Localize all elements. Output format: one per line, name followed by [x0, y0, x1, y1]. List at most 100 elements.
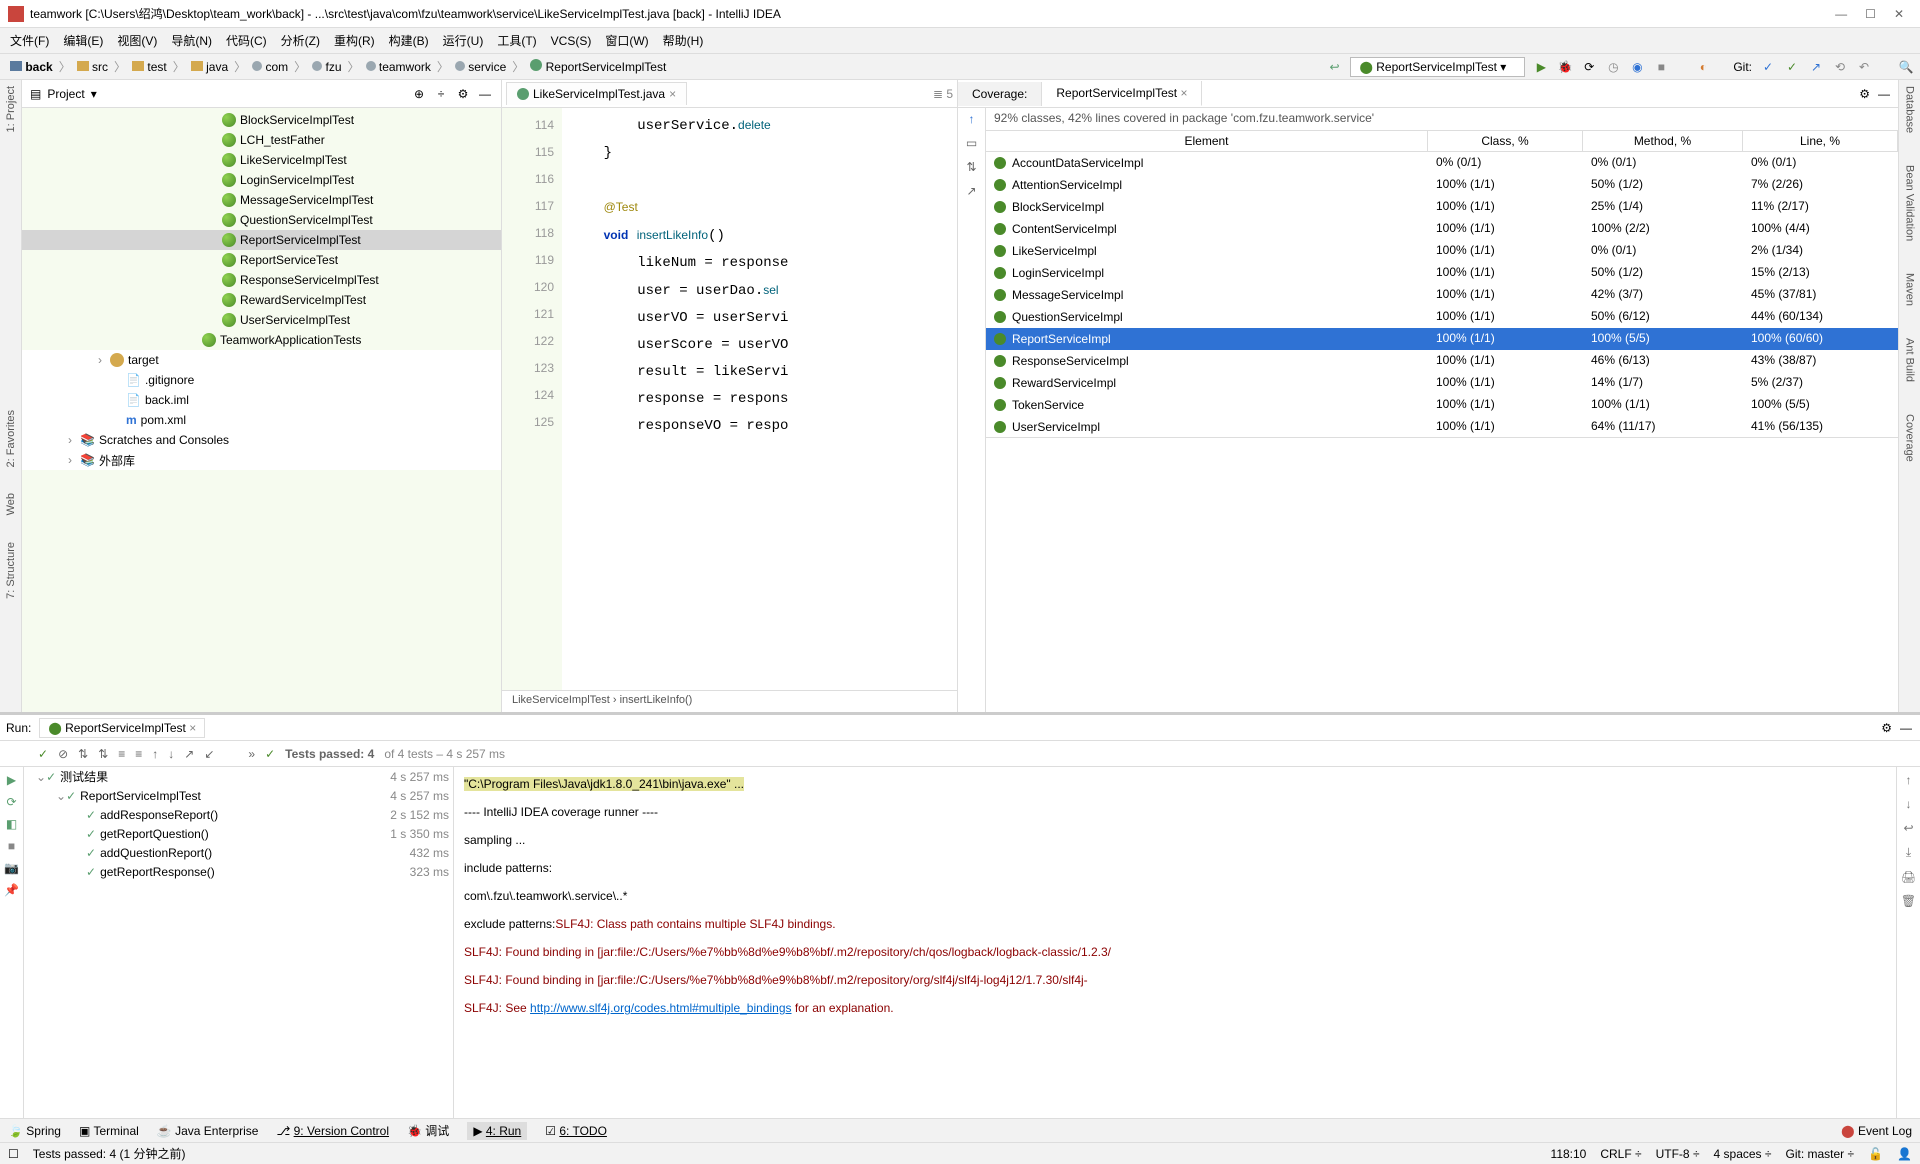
breadcrumb-item[interactable]: java: [191, 60, 228, 74]
tree-item[interactable]: BlockServiceImplTest: [22, 110, 501, 130]
down-nav-icon[interactable]: ↓: [168, 747, 174, 761]
menu-item[interactable]: 代码(C): [226, 32, 267, 49]
check-icon[interactable]: ✓: [38, 747, 48, 761]
favorites-tool-tab[interactable]: 2: Favorites: [5, 410, 17, 467]
gear-icon[interactable]: ⚙: [455, 86, 471, 102]
editor-breadcrumb[interactable]: LikeServiceImplTest › insertLikeInfo(): [502, 690, 957, 712]
coverage-row[interactable]: RewardServiceImpl100% (1/1)14% (1/7)5% (…: [986, 372, 1898, 394]
coverage-hide-icon[interactable]: —: [1876, 86, 1892, 102]
menu-item[interactable]: 编辑(E): [63, 32, 103, 49]
lock-icon[interactable]: 🔓: [1868, 1147, 1883, 1161]
up-icon[interactable]: ↑: [969, 112, 975, 126]
test-tree-item[interactable]: ⌄ ✓测试结果4 s 257 ms: [24, 767, 453, 786]
java-enterprise-tab[interactable]: ☕ Java Enterprise: [157, 1124, 259, 1138]
col-method[interactable]: Method, %: [1583, 131, 1743, 151]
rerun-failed-icon[interactable]: ⟳: [6, 795, 16, 809]
coverage-row[interactable]: MessageServiceImpl100% (1/1)42% (3/7)45%…: [986, 284, 1898, 306]
ide-icon[interactable]: ◐: [1695, 59, 1711, 75]
run-tab[interactable]: ▶ 4: Run: [467, 1122, 527, 1140]
breadcrumb-item[interactable]: test: [132, 60, 167, 74]
col-line[interactable]: Line, %: [1743, 131, 1898, 151]
coverage-row[interactable]: BlockServiceImpl100% (1/1)25% (1/4)11% (…: [986, 196, 1898, 218]
git-commit-icon[interactable]: ✓: [1784, 59, 1800, 75]
menu-item[interactable]: 工具(T): [497, 32, 536, 49]
rerun-icon[interactable]: ▶: [7, 773, 16, 787]
line-sep[interactable]: CRLF ÷: [1600, 1147, 1641, 1161]
menu-item[interactable]: 构建(B): [389, 32, 429, 49]
export-icon[interactable]: ↗: [966, 184, 976, 198]
maximize-button[interactable]: ☐: [1865, 7, 1876, 21]
menu-item[interactable]: 视图(V): [117, 32, 157, 49]
git-history-icon[interactable]: ⟲: [1832, 59, 1848, 75]
project-tool-tab[interactable]: 1: Project: [5, 86, 17, 132]
git-revert-icon[interactable]: ↶: [1856, 59, 1872, 75]
menu-item[interactable]: 重构(R): [334, 32, 375, 49]
test-tree-item[interactable]: ⌄ ✓ReportServiceImplTest4 s 257 ms: [24, 786, 453, 805]
event-log-tab[interactable]: ⬤ Event Log: [1841, 1124, 1912, 1138]
indent[interactable]: 4 spaces ÷: [1714, 1147, 1772, 1161]
spring-tab[interactable]: 🍃 Spring: [8, 1124, 61, 1138]
dump-icon[interactable]: 📷: [4, 861, 19, 875]
code-editor[interactable]: userService.delete } @Test void insertLi…: [562, 108, 957, 690]
print-icon[interactable]: 🖨: [1901, 870, 1916, 884]
scroll-down-icon[interactable]: ↓: [1906, 797, 1912, 811]
coverage-row[interactable]: UserServiceImpl100% (1/1)64% (11/17)41% …: [986, 416, 1898, 438]
close-coverage-icon[interactable]: ×: [1180, 86, 1187, 100]
breadcrumb-item[interactable]: com: [252, 60, 288, 74]
version-control-tab[interactable]: ⎇ 9: Version Control: [276, 1124, 389, 1138]
sort2-icon[interactable]: ⇅: [98, 747, 108, 761]
search-icon[interactable]: 🔍: [1898, 59, 1914, 75]
menu-item[interactable]: 窗口(W): [605, 32, 648, 49]
col-element[interactable]: Element: [986, 131, 1428, 151]
web-tool-tab[interactable]: Web: [5, 493, 17, 515]
breadcrumb-item[interactable]: teamwork: [366, 60, 431, 74]
run-active-tab[interactable]: ⬤ ReportServiceImplTest ×: [39, 718, 205, 738]
console-output[interactable]: "C:\Program Files\Java\jdk1.8.0_241\bin\…: [454, 767, 1896, 1118]
expand-icon[interactable]: ≡: [118, 747, 125, 761]
tree-item[interactable]: ›📚 Scratches and Consoles: [22, 430, 501, 450]
cursor-position[interactable]: 118:10: [1551, 1147, 1587, 1161]
git-push-icon[interactable]: ↗: [1808, 59, 1824, 75]
locate-icon[interactable]: ⊕: [411, 86, 427, 102]
menu-item[interactable]: 导航(N): [171, 32, 212, 49]
filter-icon[interactable]: ⇅: [966, 160, 976, 174]
collapse-icon[interactable]: ÷: [433, 86, 449, 102]
breadcrumb-item[interactable]: back: [10, 60, 53, 74]
inspection-icon[interactable]: 👤: [1897, 1147, 1912, 1161]
coverage-row[interactable]: ResponseServiceImpl100% (1/1)46% (6/13)4…: [986, 350, 1898, 372]
col-class[interactable]: Class, %: [1428, 131, 1583, 151]
run-hide-icon[interactable]: —: [1898, 720, 1914, 736]
tree-item[interactable]: › target: [22, 350, 501, 370]
tree-item[interactable]: QuestionServiceImplTest: [22, 210, 501, 230]
coverage-row[interactable]: LikeServiceImpl100% (1/1)0% (0/1)2% (1/3…: [986, 240, 1898, 262]
history-nav-icon[interactable]: »: [248, 747, 255, 761]
menu-item[interactable]: VCS(S): [551, 34, 592, 48]
maven-tool-tab[interactable]: Maven: [1904, 273, 1916, 306]
pin-icon[interactable]: 📌: [4, 883, 19, 897]
stop-icon[interactable]: ◉: [1629, 59, 1645, 75]
minimize-button[interactable]: —: [1835, 7, 1847, 21]
stop-run-icon[interactable]: ■: [8, 839, 15, 853]
run-gear-icon[interactable]: ⚙: [1879, 720, 1895, 736]
terminal-tab[interactable]: ▣ Terminal: [79, 1124, 139, 1138]
menu-item[interactable]: 帮助(H): [663, 32, 704, 49]
tree-item[interactable]: ›📚 外部库: [22, 450, 501, 470]
coverage-row[interactable]: ReportServiceImpl100% (1/1)100% (5/5)100…: [986, 328, 1898, 350]
coverage-row[interactable]: ContentServiceImpl100% (1/1)100% (2/2)10…: [986, 218, 1898, 240]
close-button[interactable]: ✕: [1894, 7, 1904, 21]
test-tree-item[interactable]: ✓addQuestionReport()432 ms: [24, 843, 453, 862]
scroll-up-icon[interactable]: ↑: [1906, 773, 1912, 787]
tree-item[interactable]: 📄 .gitignore: [22, 370, 501, 390]
git-branch[interactable]: Git: master ÷: [1785, 1147, 1854, 1161]
tree-item[interactable]: ResponseServiceImplTest: [22, 270, 501, 290]
breadcrumb-item[interactable]: service: [455, 60, 506, 74]
debug-icon[interactable]: 🐞: [1557, 59, 1573, 75]
clear-icon[interactable]: 🗑: [1901, 894, 1916, 908]
attach-icon[interactable]: ■: [1653, 59, 1669, 75]
ant-build-tool-tab[interactable]: Ant Build: [1904, 338, 1916, 382]
close-tab-icon[interactable]: ×: [669, 87, 676, 101]
menu-item[interactable]: 文件(F): [10, 32, 49, 49]
export-test-icon[interactable]: ↗: [184, 747, 194, 761]
tree-item[interactable]: MessageServiceImplTest: [22, 190, 501, 210]
tree-item[interactable]: LoginServiceImplTest: [22, 170, 501, 190]
